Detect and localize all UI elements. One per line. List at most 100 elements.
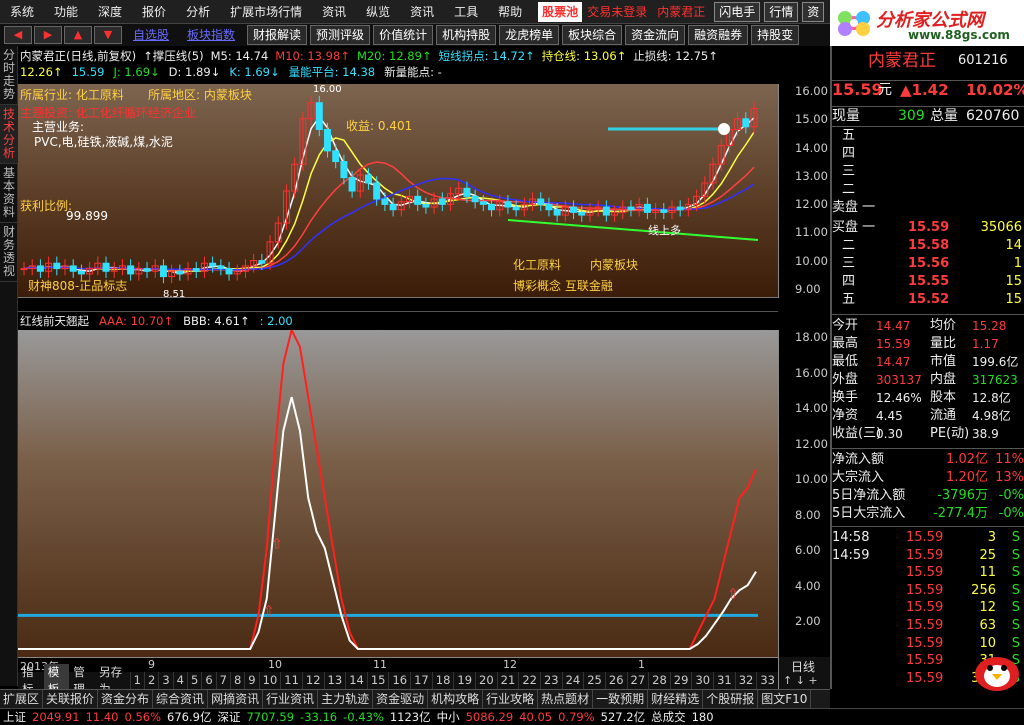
wealth-label: 财神808-正品标志 [28,279,128,293]
stats-cell-0: 收益(三) [832,426,882,441]
menu-button-0[interactable]: 闪电手 [714,1,761,22]
menu-extra-1[interactable]: 内蒙君正 [652,3,710,20]
axis-label-5: 11.00 [795,225,828,239]
indicator-num-9[interactable]: 10 [258,672,281,689]
bottom-tab-5[interactable]: 行业资讯 [263,690,319,708]
indicator-num-14[interactable]: 15 [366,672,389,689]
left-tab-2[interactable]: 基本资料 [0,164,18,223]
indicator-num-28[interactable]: 29 [669,672,692,689]
toolbar-button-2[interactable]: 价值统计 [373,25,434,45]
indicator-num-10[interactable]: 11 [280,672,302,689]
bottom-tab-11[interactable]: 一致预期 [593,690,649,708]
menu-item-6[interactable]: 资讯 [312,0,356,24]
bottom-tab-3[interactable]: 综合资讯 [153,690,209,708]
toolbar-link-0[interactable]: 自选股 [124,25,178,45]
indicator-num-20[interactable]: 21 [496,672,519,689]
menu-item-10[interactable]: 帮助 [488,0,532,24]
nav-up-icon[interactable]: ▲ [64,26,92,44]
indicator-num-17[interactable]: 18 [431,672,454,689]
bottom-tab-1[interactable]: 关联报价 [43,690,99,708]
menu-item-7[interactable]: 纵览 [356,0,400,24]
indicator-num-30[interactable]: 31 [713,672,735,689]
toolbar-link-1[interactable]: 板块指数 [178,25,244,45]
toolbar-button-7[interactable]: 融资融券 [688,25,749,45]
indicator-a-0: 内蒙君正(日线,前复权) [20,49,137,63]
menu-item-3[interactable]: 报价 [132,0,176,24]
bottom-tab-13[interactable]: 个股研报 [703,690,759,708]
menu-item-9[interactable]: 工具 [444,0,488,24]
indicator-num-23[interactable]: 24 [561,672,584,689]
tick-price: 15.59 [906,635,944,651]
indicator-num-21[interactable]: 22 [518,672,540,689]
sub-indicator-info: 红线前天翘起 AAA: 10.70↑ BBB: 4.61↑: 2.00 [18,311,778,330]
top-indicator-info: 内蒙君正(日线,前复权) ↑撑压线(5) M5: 14.74 M10: 13.98↑ M… [18,48,778,84]
period-label[interactable]: 日线 [791,658,815,675]
indicator-num-7[interactable]: 8 [229,672,244,689]
tick-row-1: 14:59 15.59 25 S [832,547,1024,565]
indicator-num-29[interactable]: 30 [691,672,713,689]
indicator-num-19[interactable]: 20 [475,672,497,689]
toolbar-button-5[interactable]: 板块综合 [562,25,623,45]
sub-indicator-chart[interactable]: ⇧ ⇧ ⇧ [18,330,778,657]
bottom-tab-12[interactable]: 财经精选 [648,690,704,708]
bottom-tab-8[interactable]: 机构攻略 [428,690,484,708]
menu-item-2[interactable]: 深度 [88,0,132,24]
on-line-label: 线上多 [648,224,681,237]
indicator-num-27[interactable]: 28 [648,672,670,689]
buy-volume: 15 [1005,274,1022,289]
toolbar-button-4[interactable]: 龙虎榜单 [499,25,560,45]
menu-item-8[interactable]: 资讯 [400,0,444,24]
menu-button-2[interactable]: 资 [802,1,825,22]
indicator-num-5[interactable]: 6 [201,672,215,689]
left-tab-1[interactable]: 技术分析 [0,105,18,164]
nav-right-icon[interactable]: ▶ [34,26,62,44]
menu-item-0[interactable]: 系统 [0,0,44,24]
indicator-num-6[interactable]: 7 [215,672,230,689]
toolbar-button-8[interactable]: 持股变 [751,25,800,45]
indicator-num-26[interactable]: 27 [626,672,649,689]
toolbar-button-1[interactable]: 预测评级 [310,25,371,45]
menu-stock-pool[interactable]: 股票池 [538,1,583,22]
menu-item-4[interactable]: 分析 [176,0,220,24]
menu-item-5[interactable]: 扩展市场行情 [220,0,312,24]
bottom-tab-7[interactable]: 资金驱动 [373,690,429,708]
left-tab-0[interactable]: 分时走势 [0,46,18,105]
indicator-num-1[interactable]: 2 [144,672,158,689]
bottom-tab-14[interactable]: 图文F10 [758,690,812,708]
menu-extra-0[interactable]: 交易未登录 [582,3,652,20]
indicator-num-12[interactable]: 13 [323,672,346,689]
indicator-num-0[interactable]: 1 [129,672,144,689]
bottom-tab-0[interactable]: 扩展区 [0,690,44,708]
left-tab-3[interactable]: 财务透视 [0,223,18,282]
indicator-num-31[interactable]: 32 [734,672,757,689]
toolbar-button-3[interactable]: 机构持股 [436,25,497,45]
toolbar-button-6[interactable]: 资金流向 [625,25,686,45]
indicator-num-24[interactable]: 25 [583,672,605,689]
menu-item-1[interactable]: 功能 [44,0,88,24]
bottom-tab-6[interactable]: 主力轨迹 [318,690,374,708]
indicator-num-3[interactable]: 4 [172,672,187,689]
nav-down-icon[interactable]: ▼ [94,26,122,44]
toolbar-button-0[interactable]: 财报解读 [247,25,308,45]
indicator-num-16[interactable]: 17 [410,672,432,689]
nav-left-icon[interactable]: ◀ [4,26,32,44]
tick-row-2: 15.59 11 S [832,564,1024,582]
indicator-num-18[interactable]: 19 [453,672,475,689]
kline-chart[interactable]: 所属行业: 化工原料 所属地区: 内蒙板块 主题投资: 化工化纤循环经济企业 主… [18,84,778,300]
menu-button-1[interactable]: 行情 [764,1,799,22]
indicator-num-32[interactable]: 33 [756,672,778,689]
stats-cell-3: 4.98亿 [972,409,1011,423]
bottom-tab-9[interactable]: 行业攻略 [483,690,539,708]
bottom-tab-10[interactable]: 热点题材 [538,690,594,708]
indicator-num-4[interactable]: 5 [186,672,201,689]
bottom-tab-4[interactable]: 网摘资讯 [208,690,264,708]
flow-value: -3796万 [937,488,988,503]
indicator-num-22[interactable]: 23 [539,672,562,689]
indicator-num-8[interactable]: 9 [244,672,258,689]
indicator-num-15[interactable]: 16 [388,672,410,689]
indicator-num-25[interactable]: 26 [604,672,627,689]
bottom-tab-2[interactable]: 资金分布 [98,690,154,708]
indicator-num-13[interactable]: 14 [345,672,367,689]
indicator-num-11[interactable]: 12 [301,672,324,689]
indicator-num-2[interactable]: 3 [158,672,172,689]
